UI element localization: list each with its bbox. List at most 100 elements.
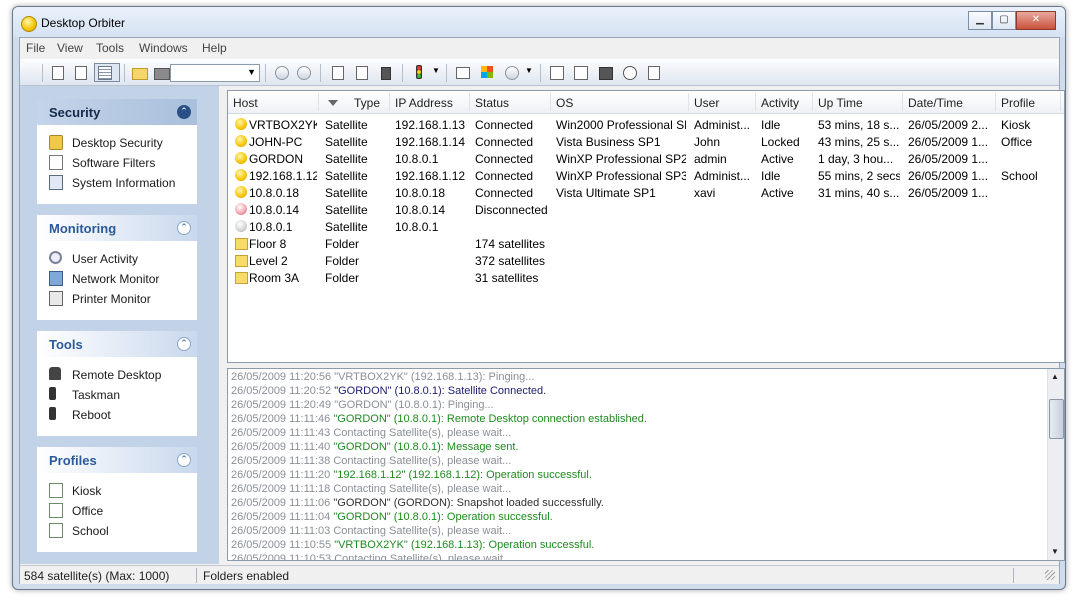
log-message: "GORDON" (GORDON): Snapshot loaded succe… (333, 497, 604, 509)
cell-os: WinXP Professional SP2 (556, 152, 686, 166)
log-line: 26/05/2009 11:11:40 "GORDON" (10.8.0.1):… (231, 441, 518, 453)
log-message: Contacting Satellite(s), please wait... (333, 427, 512, 439)
chevron-down-icon[interactable]: ▼ (432, 66, 440, 75)
column-header-datetime[interactable]: Date/Time (908, 96, 963, 110)
table-row[interactable]: Floor 8 Folder 174 satellites (228, 235, 1064, 252)
collapse-icon[interactable]: ⌃ (177, 337, 191, 351)
menu-file[interactable]: File (26, 41, 45, 55)
column-header-os[interactable]: OS (556, 96, 573, 110)
cell-uptime: 43 mins, 25 s... (818, 135, 900, 149)
menu-tools[interactable]: Tools (96, 41, 124, 55)
details-view-icon[interactable] (94, 63, 120, 82)
message-icon[interactable] (328, 64, 346, 81)
chevron-down-icon[interactable]: ▼ (525, 66, 533, 75)
cell-uptime: 55 mins, 2 secs (818, 169, 900, 183)
satellite-list[interactable]: Host Type IP Address Status OS User Acti… (227, 90, 1065, 363)
table-row[interactable]: JOHN-PC Satellite 192.168.1.14 Connected Vis… (228, 133, 1064, 150)
menu-help[interactable]: Help (202, 41, 227, 55)
copy-icon[interactable] (71, 64, 89, 81)
monitor-icon[interactable] (454, 64, 472, 81)
panel-header-tools[interactable]: Tools ⌃ (37, 331, 197, 357)
column-divider[interactable] (389, 93, 390, 111)
cell-user: xavi (694, 186, 716, 200)
cell-user: admin (694, 152, 727, 166)
column-divider[interactable] (550, 93, 551, 111)
table-row[interactable]: Room 3A Folder 31 satellites (228, 269, 1064, 286)
column-divider[interactable] (469, 93, 470, 111)
chart-icon[interactable] (548, 64, 566, 81)
network-icon (49, 271, 63, 286)
column-header-status[interactable]: Status (475, 96, 509, 110)
title-bar[interactable]: Desktop Orbiter ▁ ▢ ✕ (13, 7, 1065, 37)
scroll-thumb[interactable] (1049, 399, 1064, 439)
refresh-icon[interactable] (294, 64, 312, 81)
remote-desktop-icon[interactable] (376, 64, 394, 81)
column-header-ip[interactable]: IP Address (395, 96, 453, 110)
maximize-button[interactable]: ▢ (992, 11, 1016, 30)
column-divider[interactable] (902, 93, 903, 111)
sidebar-item-label: System Information (72, 176, 176, 190)
collapse-icon[interactable]: ⌃ (177, 221, 191, 235)
table-row[interactable]: GORDON Satellite 10.8.0.1 Connected WinXP Pr… (228, 150, 1064, 167)
panel-header-security[interactable]: Security ⌃ (37, 99, 197, 125)
cell-host: 10.8.0.14 (249, 203, 300, 217)
clock-icon[interactable] (620, 64, 638, 81)
log-message: "VRTBOX2YK" (192.168.1.13): Operation su… (334, 539, 595, 551)
cell-datetime: 26/05/2009 1... (908, 186, 989, 200)
table-row[interactable]: 192.168.1.12 Satellite 192.168.1.12 Connect… (228, 167, 1064, 184)
status-divider (196, 568, 197, 583)
cell-ip: 192.168.1.13 (395, 118, 466, 132)
cell-type: Satellite (325, 118, 368, 132)
resize-grip-icon[interactable] (1045, 570, 1055, 580)
column-header-user[interactable]: User (694, 96, 719, 110)
table-row[interactable]: 10.8.0.18 Satellite 10.8.0.18 Connected Vist… (228, 184, 1064, 201)
column-header-activity[interactable]: Activity (761, 96, 799, 110)
folder-icon[interactable] (130, 64, 148, 81)
event-log[interactable]: 26/05/2009 11:20:56 "VRTBOX2YK" (192.168… (227, 368, 1065, 561)
chevron-down-icon: ▼ (247, 67, 256, 77)
table-row[interactable]: VRTBOX2YK Satellite 192.168.1.13 Connected W… (228, 116, 1064, 133)
column-header-host[interactable]: Host (233, 96, 258, 110)
scroll-up-icon[interactable]: ▲ (1051, 372, 1059, 381)
column-header-type[interactable]: Type (354, 96, 380, 110)
dark-folder-icon[interactable] (152, 64, 170, 81)
table-row[interactable]: Level 2 Folder 372 satellites (228, 252, 1064, 269)
console-icon[interactable] (596, 64, 614, 81)
minimize-button[interactable]: ▁ (968, 11, 992, 30)
info-icon[interactable] (644, 64, 662, 81)
profile-select[interactable]: ▼ (170, 64, 260, 82)
log-scrollbar[interactable]: ▲ ▼ (1047, 369, 1064, 560)
column-header-profile[interactable]: Profile (1001, 96, 1035, 110)
new-document-icon[interactable] (48, 64, 66, 81)
log-timestamp: 26/05/2009 11:11:06 (231, 497, 331, 509)
column-header-uptime[interactable]: Up Time (818, 96, 863, 110)
tools-icon[interactable] (502, 64, 520, 81)
panel-header-monitoring[interactable]: Monitoring ⌃ (37, 215, 197, 241)
column-divider[interactable] (812, 93, 813, 111)
menu-view[interactable]: View (57, 41, 83, 55)
connect-icon[interactable] (272, 64, 290, 81)
traffic-light-icon[interactable] (410, 64, 428, 81)
table-row[interactable]: 10.8.0.1 Satellite 10.8.0.1 (228, 218, 1064, 235)
log-line: 26/05/2009 11:11:03 Contacting Satellite… (231, 525, 511, 537)
collapse-icon[interactable]: ⌃ (177, 105, 191, 119)
column-divider[interactable] (755, 93, 756, 111)
app-logo-icon (21, 16, 37, 32)
close-button[interactable]: ✕ (1016, 11, 1056, 30)
panel-tools: Tools ⌃ Remote Desktop Taskman Reboot (37, 331, 197, 436)
snapshot-icon[interactable] (352, 64, 370, 81)
column-divider[interactable] (688, 93, 689, 111)
collapse-icon[interactable]: ⌃ (177, 453, 191, 467)
menu-windows[interactable]: Windows (139, 41, 188, 55)
scroll-down-icon[interactable]: ▼ (1051, 547, 1059, 556)
column-divider[interactable] (1060, 93, 1061, 111)
table-row[interactable]: 10.8.0.14 Satellite 10.8.0.14 Disconnected (228, 201, 1064, 218)
window-title: Desktop Orbiter (41, 16, 126, 30)
cell-uptime: 53 mins, 18 s... (818, 118, 900, 132)
windows-logo-icon[interactable] (478, 64, 496, 81)
column-divider[interactable] (995, 93, 996, 111)
windows-icon[interactable] (572, 64, 590, 81)
log-message: "GORDON" (10.8.0.1): Message sent. (333, 441, 519, 453)
column-divider[interactable] (318, 93, 319, 111)
panel-header-profiles[interactable]: Profiles ⌃ (37, 447, 197, 473)
